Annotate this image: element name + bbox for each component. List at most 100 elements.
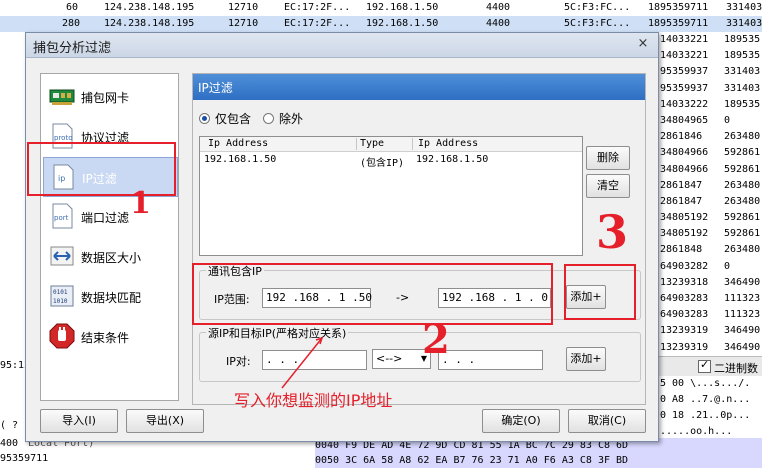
dialog-titlebar[interactable]: 捕包分析过滤 × — [26, 33, 658, 58]
binary-match-icon: 0101 1010 — [50, 285, 74, 307]
ip-pair-group: 源IP和目标IP(严格对应关系) IP对: . . . <--> ▼ . . .… — [199, 325, 641, 382]
resize-arrows-icon — [50, 246, 74, 266]
range-arrow: -> — [396, 291, 410, 304]
capture-filter-dialog: 捕包分析过滤 × 捕包网卡 proto 协议过滤 ip IP过滤 port 端口… — [25, 32, 659, 442]
hex-row: 0050 3C 6A 58 A8 62 EA B7 76 23 71 A0 F6… — [315, 453, 762, 468]
dialog-title: 捕包分析过滤 — [33, 41, 112, 56]
table-row[interactable]: 64903283 111323 — [658, 291, 762, 307]
nav-item-data-size[interactable]: 数据区大小 — [43, 237, 176, 275]
table-row[interactable]: 14033221 189535 — [658, 48, 762, 64]
table-row[interactable]: 95359937 331403 — [658, 81, 762, 97]
add-pair-button[interactable]: 添加+ — [566, 347, 606, 371]
nav-item-protocol[interactable]: proto 协议过滤 — [43, 117, 176, 155]
ip-pair-from-input[interactable]: . . . — [262, 350, 367, 370]
nav-item-block-match[interactable]: 0101 1010 数据块匹配 — [43, 277, 176, 315]
table-row[interactable]: 13239319 346490 — [658, 340, 762, 356]
table-row[interactable]: 64903283 111323 — [658, 307, 762, 323]
column-header[interactable]: Ip Address — [208, 138, 268, 149]
svg-text:proto: proto — [54, 134, 72, 142]
left-stub-text: ( ? — [0, 420, 19, 431]
table-row[interactable]: 64903282 0 — [658, 259, 762, 275]
ip-range-to-input[interactable]: 192 .168 . 1 . 0 — [438, 288, 551, 308]
nav-item-ip-filter[interactable]: ip IP过滤 — [43, 157, 178, 197]
left-stub-text: 95359711 — [0, 453, 49, 464]
nav-label: 协议过滤 — [81, 131, 130, 145]
table-row[interactable]: 34804966 592861 — [658, 145, 762, 161]
table-row[interactable]: 2861848 263480 — [658, 242, 762, 258]
filter-nav-panel: 捕包网卡 proto 协议过滤 ip IP过滤 port 端口过滤 数据区大小 … — [40, 73, 179, 401]
radio-include-dot[interactable] — [199, 113, 210, 124]
clear-button[interactable]: 清空 — [586, 174, 630, 198]
port-doc-icon: port — [52, 203, 73, 229]
ip-filter-panel: IP过滤 仅包含 除外 Ip Address Type Ip Address 1… — [192, 73, 646, 405]
radio-exclude-dot[interactable] — [263, 113, 274, 124]
ok-button[interactable]: 确定(O) — [482, 409, 560, 433]
ip-range-label: IP范围: — [214, 293, 250, 306]
table-row[interactable]: 14033222 189535 — [658, 97, 762, 113]
table-row-selected[interactable]: 280 124.238.148.195 12710 EC:17:2F... 19… — [0, 16, 762, 32]
ip-filter-list[interactable]: Ip Address Type Ip Address 192.168.1.50 … — [199, 136, 583, 256]
network-card-icon — [49, 89, 75, 105]
table-row[interactable]: 95359937 331403 — [658, 64, 762, 80]
table-row[interactable]: 34805192 592861 — [658, 226, 762, 242]
ip-doc-icon: ip — [53, 164, 74, 190]
hex-row: 0 A8 ..7.@.n... — [660, 394, 751, 405]
group-title: 源IP和目标IP(严格对应关系) — [206, 325, 349, 341]
annotation-digit-3: 3 — [596, 205, 629, 259]
import-button[interactable]: 导入(I) — [40, 409, 118, 433]
nav-label: 端口过滤 — [81, 211, 130, 225]
background-right-columns: 14033221 189535 14033221 189535 95359937 3314… — [658, 32, 762, 356]
stop-hand-icon — [49, 323, 75, 349]
table-row[interactable]: 2861847 263480 — [658, 194, 762, 210]
table-row[interactable]: 34804966 592861 — [658, 162, 762, 178]
nav-label: 数据块匹配 — [81, 291, 142, 305]
binary-checkbox[interactable]: ✓ — [698, 358, 711, 373]
add-range-button[interactable]: 添加+ — [566, 285, 606, 309]
left-stub-text: 400 — [0, 438, 19, 449]
cancel-button[interactable]: 取消(C) — [568, 409, 646, 433]
nav-item-network-card[interactable]: 捕包网卡 — [43, 77, 176, 115]
section-title: IP过滤 — [198, 81, 233, 95]
ip-pair-label: IP对: — [226, 355, 251, 368]
table-row[interactable]: 13239318 346490 — [658, 275, 762, 291]
list-item[interactable]: 192.168.1.50 (包含IP) 192.168.1.50 — [200, 153, 582, 169]
nav-item-port-filter[interactable]: port 端口过滤 — [43, 197, 176, 235]
bottom-hex-rows: 0040 F9 DE AD 4E 72 9D CD 81 55 1A BC 7C… — [315, 438, 762, 468]
table-row[interactable]: 13239319 346490 — [658, 323, 762, 339]
include-ip-group: 通讯包含IP IP范围: 192 .168 . 1 .50 -> 192 .16… — [199, 263, 641, 320]
ip-list-header: Ip Address Type Ip Address — [200, 137, 582, 152]
table-row[interactable]: 34804965 0 — [658, 113, 762, 129]
table-row[interactable]: 2861847 263480 — [658, 178, 762, 194]
radio-exclude[interactable]: 除外 — [263, 110, 303, 127]
hex-row: 0 18 .21..0p... — [660, 410, 751, 421]
radio-include-label: 仅包含 — [215, 112, 252, 126]
table-row[interactable]: 2861846 263480 — [658, 129, 762, 145]
table-row[interactable]: 14033221 189535 — [658, 32, 762, 48]
nav-label: 数据区大小 — [81, 251, 142, 265]
table-row[interactable]: 60 124.238.148.195 12710 EC:17:2F... 192… — [0, 0, 762, 16]
ip-pair-to-input[interactable]: . . . — [438, 350, 543, 370]
group-title: 通讯包含IP — [206, 263, 264, 279]
section-header: IP过滤 — [193, 74, 645, 100]
annotation-note: 写入你想监测的IP地址 — [234, 391, 393, 410]
nav-item-stop-condition[interactable]: 结束条件 — [43, 317, 176, 355]
protocol-doc-icon: proto — [52, 123, 73, 149]
close-icon[interactable]: × — [636, 37, 650, 51]
nav-label: 结束条件 — [81, 331, 130, 345]
nav-label: IP过滤 — [82, 172, 117, 186]
binary-toggle-bar: ✓ 二进制数 — [658, 356, 762, 377]
left-stub-text: 95:12 — [0, 360, 31, 371]
radio-include[interactable]: 仅包含 — [199, 110, 251, 127]
svg-text:port: port — [54, 214, 69, 222]
radio-exclude-label: 除外 — [279, 112, 304, 126]
export-button[interactable]: 导出(X) — [126, 409, 204, 433]
column-header[interactable]: Ip Address — [418, 138, 478, 149]
column-header[interactable]: Type — [360, 138, 384, 149]
svg-text:1010: 1010 — [53, 298, 68, 305]
nav-label: 捕包网卡 — [81, 91, 130, 105]
delete-button[interactable]: 删除 — [586, 146, 630, 170]
table-row[interactable]: 34805192 592861 — [658, 210, 762, 226]
svg-text:0101: 0101 — [53, 289, 68, 296]
hex-row: 5 00 \...s.../. — [660, 378, 751, 389]
ip-range-from-input[interactable]: 192 .168 . 1 .50 — [262, 288, 372, 308]
